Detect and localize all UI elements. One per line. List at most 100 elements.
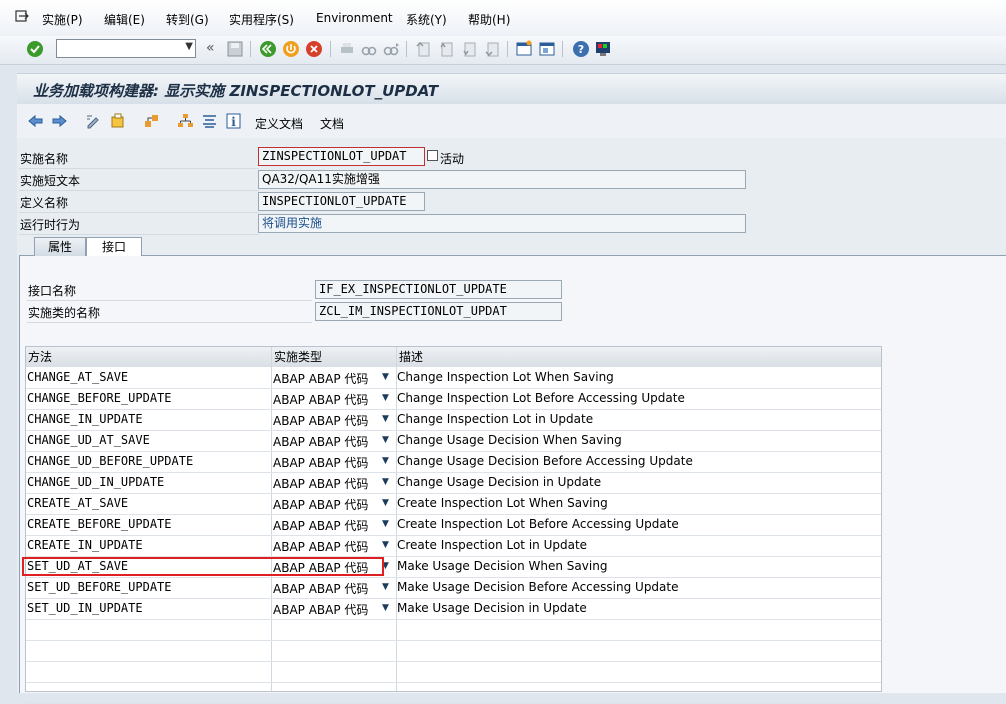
chevron-down-icon[interactable]: ▼ — [382, 582, 389, 592]
find-icon[interactable] — [360, 40, 378, 58]
col-header-desc[interactable]: 描述 — [397, 347, 881, 367]
table-row[interactable]: CHANGE_IN_UPDATE ABAP ABAP 代码 ▼ Change Insp… — [26, 409, 881, 431]
method-cell[interactable]: CREATE_BEFORE_UPDATE — [27, 517, 172, 531]
prev-page-icon[interactable] — [437, 40, 455, 58]
cancel-icon[interactable] — [305, 40, 323, 58]
def-name-field[interactable]: INSPECTIONLOT_UPDATE — [258, 192, 425, 211]
other-object-icon[interactable] — [109, 113, 126, 129]
desc-cell: Create Inspection Lot Before Accessing U… — [397, 517, 679, 531]
col-header-method[interactable]: 方法 — [26, 347, 272, 367]
menu-edit[interactable]: 编辑(E) — [104, 11, 145, 28]
toolbar-separator — [406, 41, 407, 57]
table-row[interactable]: SET_UD_IN_UPDATE ABAP ABAP 代码 ▼ Make Usage … — [26, 598, 881, 620]
last-page-icon[interactable] — [483, 40, 501, 58]
tab-interface[interactable]: 接口 — [86, 237, 142, 256]
chevron-down-icon[interactable]: ▼ — [382, 519, 389, 529]
chevron-down-icon[interactable]: ▼ — [382, 477, 389, 487]
chevron-down-icon[interactable]: ▼ — [382, 498, 389, 508]
layout-icon[interactable] — [594, 40, 612, 58]
chevron-down-icon[interactable]: ▼ — [382, 435, 389, 445]
tab-attributes[interactable]: 属性 — [34, 237, 86, 256]
method-cell[interactable]: CHANGE_UD_AT_SAVE — [27, 433, 150, 447]
shortcut-icon[interactable] — [538, 40, 556, 58]
forward-arrow-icon[interactable] — [51, 113, 68, 129]
type-cell: ABAP ABAP 代码 — [273, 393, 369, 407]
class-field[interactable]: ZCL_IM_INSPECTIONLOT_UPDAT — [315, 302, 562, 321]
desc-cell: Make Usage Decision in Update — [397, 601, 587, 615]
label-row: 运行时行为 — [19, 213, 259, 235]
define-doc-button[interactable]: 定义文档 — [255, 115, 303, 132]
list-icon[interactable] — [201, 113, 218, 129]
chevron-down-icon[interactable]: ▼ — [382, 414, 389, 424]
table-row[interactable]: CREATE_BEFORE_UPDATE ABAP ABAP 代码 ▼ Create … — [26, 514, 881, 536]
class-label: 实施类的名称 — [28, 306, 101, 320]
method-cell[interactable]: CHANGE_BEFORE_UPDATE — [27, 391, 172, 405]
save-icon[interactable] — [226, 40, 244, 58]
chevron-down-icon[interactable]: ▼ — [185, 41, 193, 52]
menu-environment[interactable]: Environment — [316, 11, 393, 25]
desc-cell: Change Inspection Lot in Update — [397, 412, 594, 426]
chevron-down-icon[interactable]: ▼ — [382, 456, 389, 466]
new-session-icon[interactable] — [515, 40, 533, 58]
table-row[interactable]: CREATE_AT_SAVE ABAP ABAP 代码 ▼ Create Inspec… — [26, 493, 881, 515]
next-page-icon[interactable] — [460, 40, 478, 58]
short-text-label: 实施短文本 — [20, 174, 81, 188]
iface-field[interactable]: IF_EX_INSPECTIONLOT_UPDATE — [315, 280, 562, 299]
toolbar-separator — [507, 41, 508, 57]
back-arrow-icon[interactable] — [27, 113, 44, 129]
info-icon[interactable]: i — [225, 113, 242, 129]
table-row[interactable]: CHANGE_BEFORE_UPDATE ABAP ABAP 代码 ▼ Change … — [26, 388, 881, 410]
menu-goto[interactable]: 转到(G) — [166, 11, 209, 28]
menu-help[interactable]: 帮助(H) — [468, 11, 510, 28]
impl-name-label: 实施名称 — [20, 152, 69, 166]
short-text-field[interactable]: QA32/QA11实施增强 — [258, 170, 746, 189]
menu-utilities[interactable]: 实用程序(S) — [229, 11, 294, 28]
table-row[interactable]: CHANGE_UD_BEFORE_UPDATE ABAP ABAP 代码 ▼ Chan… — [26, 451, 881, 473]
label-row: 实施类的名称 — [27, 301, 312, 323]
print-icon[interactable] — [338, 40, 356, 58]
find-next-icon[interactable] — [382, 40, 400, 58]
method-cell[interactable]: SET_UD_BEFORE_UPDATE — [27, 580, 172, 594]
exit-icon[interactable] — [282, 40, 300, 58]
activate-icon[interactable] — [143, 113, 160, 129]
chevron-down-icon[interactable]: ▼ — [382, 393, 389, 403]
table-row[interactable]: SET_UD_BEFORE_UPDATE ABAP ABAP 代码 ▼ Make Us… — [26, 577, 881, 599]
back-double-icon[interactable]: « — [206, 40, 215, 56]
table-row — [26, 619, 881, 641]
label-row: 接口名称 — [27, 279, 312, 301]
table-row[interactable]: CHANGE_AT_SAVE ABAP ABAP 代码 ▼ Change Inspec… — [26, 367, 881, 389]
table-row[interactable]: CHANGE_UD_IN_UPDATE ABAP ABAP 代码 ▼ Change U… — [26, 472, 881, 494]
table-row[interactable]: CREATE_IN_UPDATE ABAP ABAP 代码 ▼ Create Insp… — [26, 535, 881, 557]
method-cell[interactable]: CHANGE_UD_IN_UPDATE — [27, 475, 164, 489]
table-row[interactable]: CHANGE_UD_AT_SAVE ABAP ABAP 代码 ▼ Change Usa… — [26, 430, 881, 452]
menu-system[interactable]: 系统(Y) — [406, 11, 447, 28]
display-change-icon[interactable] — [85, 113, 102, 129]
help-icon[interactable]: ? — [572, 40, 590, 58]
active-checkbox[interactable] — [427, 150, 438, 161]
highlight-box — [22, 557, 384, 576]
method-cell[interactable]: CHANGE_UD_BEFORE_UPDATE — [27, 454, 193, 468]
method-cell[interactable]: CHANGE_AT_SAVE — [27, 370, 128, 384]
doc-button[interactable]: 文档 — [320, 115, 344, 132]
impl-name-field[interactable]: ZINSPECTIONLOT_UPDAT — [258, 147, 425, 166]
method-cell[interactable]: CHANGE_IN_UPDATE — [27, 412, 143, 426]
chevron-down-icon[interactable]: ▼ — [382, 603, 389, 613]
hierarchy-icon[interactable] — [177, 113, 194, 129]
command-field[interactable]: ▼ — [56, 39, 196, 58]
first-page-icon[interactable] — [414, 40, 432, 58]
type-cell: ABAP ABAP 代码 — [273, 456, 369, 470]
desc-cell: Create Inspection Lot in Update — [397, 538, 588, 552]
back-icon[interactable] — [259, 40, 277, 58]
col-header-type[interactable]: 实施类型 — [272, 347, 397, 367]
menu-implementation[interactable]: 实施(P) — [42, 11, 83, 28]
check-icon[interactable] — [26, 40, 44, 58]
chevron-down-icon[interactable]: ▼ — [382, 540, 389, 550]
method-cell[interactable]: CREATE_AT_SAVE — [27, 496, 128, 510]
table-row — [26, 640, 881, 662]
method-cell[interactable]: SET_UD_IN_UPDATE — [27, 601, 143, 615]
runtime-field[interactable]: 将调用实施 — [258, 214, 746, 233]
app-menu-icon[interactable] — [15, 10, 29, 23]
method-cell[interactable]: CREATE_IN_UPDATE — [27, 538, 143, 552]
type-cell: ABAP ABAP 代码 — [273, 498, 369, 512]
chevron-down-icon[interactable]: ▼ — [382, 372, 389, 382]
